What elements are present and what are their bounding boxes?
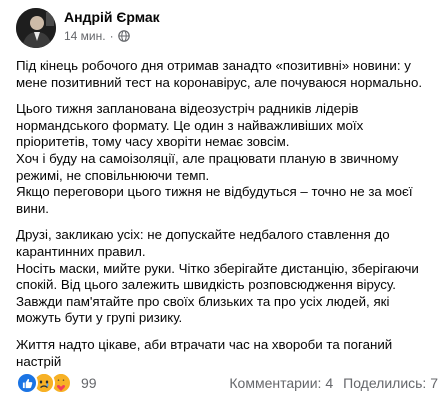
shares-count[interactable]: Поделились: 7 bbox=[343, 375, 438, 391]
text-line: Якщо переговори цього тижня не відбудуть… bbox=[16, 184, 413, 200]
globe-icon[interactable] bbox=[117, 30, 130, 42]
avatar[interactable] bbox=[16, 8, 56, 48]
text-line: Цього тижня запланована відеозустріч рад… bbox=[16, 101, 359, 117]
text-line: пріоритетів, тому часу хворіти немає зов… bbox=[16, 134, 290, 150]
reaction-count[interactable]: 99 bbox=[81, 375, 97, 391]
text-line: мене позитивний тест на коронавірус, але… bbox=[16, 74, 423, 90]
reactions[interactable] bbox=[16, 372, 72, 394]
text-line: настрій bbox=[16, 353, 62, 369]
author-name[interactable]: Андрій Єрмак bbox=[64, 8, 160, 26]
paragraph: Друзі, закликаю усіх: не допускайте недб… bbox=[16, 227, 436, 327]
like-icon bbox=[16, 372, 38, 394]
text-line: Життя надто цікаве, аби втрачати час на … bbox=[16, 336, 393, 352]
text-line: нормандського формату. Це один з найважл… bbox=[16, 117, 364, 133]
meta-separator: · bbox=[109, 29, 114, 43]
text-line: можуть бути у групі ризику. bbox=[16, 310, 183, 326]
paragraph: Цього тижня запланована відеозустріч рад… bbox=[16, 101, 436, 217]
paragraph: Під кінець робочого дня отримав занадто … bbox=[16, 58, 436, 91]
text-line: вини. bbox=[16, 200, 49, 216]
text-line: карантинних правил. bbox=[16, 243, 146, 259]
post-footer: 99 Комментарии: 4 Поделились: 7 bbox=[16, 372, 438, 394]
text-line: Носіть маски, мийте руки. Чітко зберігай… bbox=[16, 260, 419, 276]
text-line: режимі, не сповільнюючи темп. bbox=[16, 167, 210, 183]
text-line: Під кінець робочого дня отримав занадто … bbox=[16, 58, 411, 73]
post-text: Під кінець робочого дня отримав занадто … bbox=[16, 58, 436, 380]
post-time[interactable]: 14 мин. bbox=[64, 28, 106, 44]
text-line: Друзі, закликаю усіх: не допускайте недб… bbox=[16, 227, 390, 243]
text-line: Хоч і буду на самоізоляції, але працюват… bbox=[16, 150, 399, 166]
post-meta: 14 мин. · bbox=[64, 28, 130, 44]
paragraph: Життя надто цікаве, аби втрачати час на … bbox=[16, 337, 436, 370]
text-line: Завжди пам'ятайте про своїх близьких та … bbox=[16, 293, 390, 309]
text-line: спокій. Від цього залежить швидкість роз… bbox=[16, 277, 396, 293]
facebook-post: Андрій Єрмак 14 мин. · Під кінець робочо… bbox=[0, 0, 448, 403]
comments-count[interactable]: Комментарии: 4 bbox=[229, 375, 333, 391]
avatar-photo bbox=[16, 8, 56, 48]
